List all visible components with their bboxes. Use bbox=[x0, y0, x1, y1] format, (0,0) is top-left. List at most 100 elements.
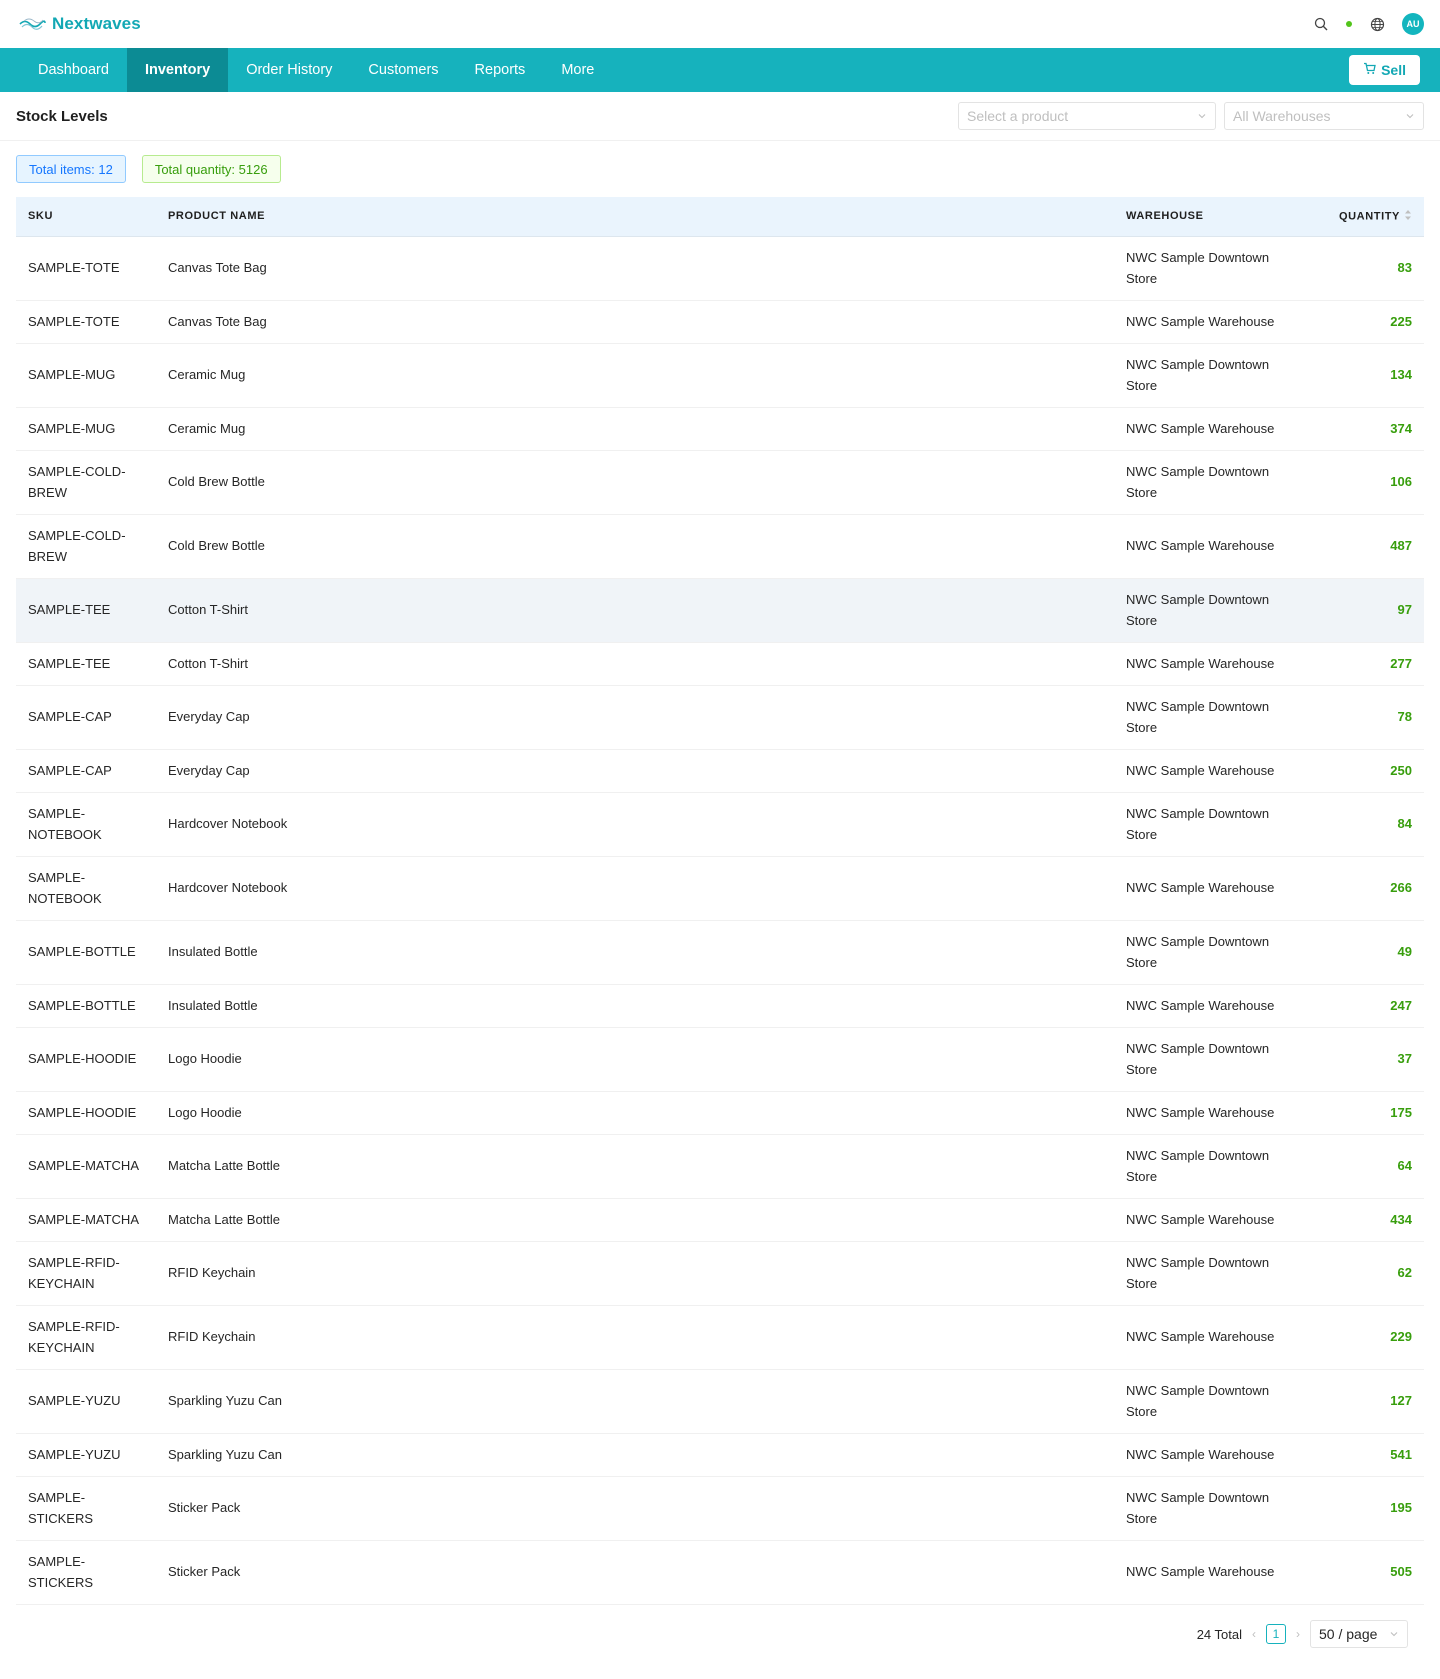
table-row[interactable]: SAMPLE-YUZU Sparkling Yuzu Can NWC Sample … bbox=[16, 1433, 1424, 1477]
column-header-product-name: PRODUCT NAME bbox=[156, 197, 1114, 237]
cell-warehouse: NWC Sample Downtown Store bbox=[1114, 1134, 1311, 1199]
search-icon[interactable] bbox=[1310, 13, 1332, 35]
cell-product-name: Cotton T-Shirt bbox=[156, 642, 1114, 686]
cell-warehouse: NWC Sample Downtown Store bbox=[1114, 236, 1311, 301]
main-nav: Dashboard Inventory Order History Custom… bbox=[0, 48, 1440, 92]
product-select-placeholder: Select a product bbox=[967, 108, 1069, 124]
cell-quantity: 134 bbox=[1311, 343, 1424, 408]
cell-sku: SAMPLE-STICKERS bbox=[16, 1540, 156, 1605]
pagination-total: 24 Total bbox=[1196, 1626, 1242, 1642]
globe-icon[interactable] bbox=[1366, 13, 1388, 35]
cell-warehouse: NWC Sample Downtown Store bbox=[1114, 450, 1311, 515]
sell-button[interactable]: Sell bbox=[1349, 55, 1420, 85]
cell-product-name: Cold Brew Bottle bbox=[156, 450, 1114, 515]
stock-table-wrapper: SKU PRODUCT NAME WAREHOUSE QUANTITY SAMP… bbox=[16, 197, 1424, 1605]
cell-product-name: RFID Keychain bbox=[156, 1241, 1114, 1306]
cell-sku: SAMPLE-COLD-BREW bbox=[16, 450, 156, 515]
table-row[interactable]: SAMPLE-HOODIE Logo Hoodie NWC Sample Downt… bbox=[16, 1027, 1424, 1092]
nav-more[interactable]: More bbox=[543, 48, 612, 92]
cell-product-name: Sticker Pack bbox=[156, 1540, 1114, 1605]
cell-quantity: 250 bbox=[1311, 749, 1424, 793]
cell-warehouse: NWC Sample Warehouse bbox=[1114, 300, 1311, 344]
product-select[interactable]: Select a product bbox=[958, 102, 1216, 130]
cell-warehouse: NWC Sample Downtown Store bbox=[1114, 792, 1311, 857]
table-row[interactable]: SAMPLE-RFID-KEYCHAIN RFID Keychain NWC Sam… bbox=[16, 1241, 1424, 1306]
cell-sku: SAMPLE-CAP bbox=[16, 749, 156, 793]
cell-product-name: Everyday Cap bbox=[156, 685, 1114, 750]
cart-icon bbox=[1363, 62, 1376, 78]
cell-sku: SAMPLE-NOTEBOOK bbox=[16, 856, 156, 921]
table-row[interactable]: SAMPLE-TOTE Canvas Tote Bag NWC Sample Dow… bbox=[16, 236, 1424, 301]
chevron-down-icon bbox=[1389, 1626, 1399, 1642]
table-row[interactable]: SAMPLE-NOTEBOOK Hardcover Notebook NWC Sam… bbox=[16, 792, 1424, 857]
table-row[interactable]: SAMPLE-MUG Ceramic Mug NWC Sample Downtown… bbox=[16, 343, 1424, 408]
column-header-quantity[interactable]: QUANTITY bbox=[1311, 197, 1424, 237]
cell-product-name: Insulated Bottle bbox=[156, 984, 1114, 1028]
cell-quantity: 83 bbox=[1311, 236, 1424, 301]
cell-product-name: Cotton T-Shirt bbox=[156, 578, 1114, 643]
table-row[interactable]: SAMPLE-COLD-BREW Cold Brew Bottle NWC Samp… bbox=[16, 514, 1424, 579]
column-header-warehouse: WAREHOUSE bbox=[1114, 197, 1311, 237]
table-row[interactable]: SAMPLE-STICKERS Sticker Pack NWC Sample Do… bbox=[16, 1476, 1424, 1541]
brand[interactable]: Nextwaves bbox=[18, 14, 141, 34]
table-row[interactable]: SAMPLE-HOODIE Logo Hoodie NWC Sample Wareh… bbox=[16, 1091, 1424, 1135]
cell-sku: SAMPLE-MATCHA bbox=[16, 1198, 156, 1242]
cell-warehouse: NWC Sample Warehouse bbox=[1114, 1091, 1311, 1135]
cell-quantity: 78 bbox=[1311, 685, 1424, 750]
cell-product-name: Logo Hoodie bbox=[156, 1091, 1114, 1135]
cell-quantity: 64 bbox=[1311, 1134, 1424, 1199]
table-row[interactable]: SAMPLE-NOTEBOOK Hardcover Notebook NWC Sam… bbox=[16, 856, 1424, 921]
cell-warehouse: NWC Sample Downtown Store bbox=[1114, 920, 1311, 985]
nav-customers[interactable]: Customers bbox=[350, 48, 456, 92]
cell-sku: SAMPLE-TEE bbox=[16, 642, 156, 686]
table-row[interactable]: SAMPLE-STICKERS Sticker Pack NWC Sample Wa… bbox=[16, 1540, 1424, 1605]
table-row[interactable]: SAMPLE-TEE Cotton T-Shirt NWC Sample Downt… bbox=[16, 578, 1424, 643]
sort-icon[interactable] bbox=[1404, 209, 1412, 224]
cell-quantity: 487 bbox=[1311, 514, 1424, 579]
cell-quantity: 97 bbox=[1311, 578, 1424, 643]
nav-order-history[interactable]: Order History bbox=[228, 48, 350, 92]
cell-sku: SAMPLE-COLD-BREW bbox=[16, 514, 156, 579]
table-row[interactable]: SAMPLE-COLD-BREW Cold Brew Bottle NWC Samp… bbox=[16, 450, 1424, 515]
table-row[interactable]: SAMPLE-TEE Cotton T-Shirt NWC Sample Wareh… bbox=[16, 642, 1424, 686]
nav-inventory[interactable]: Inventory bbox=[126, 48, 229, 92]
cell-sku: SAMPLE-HOODIE bbox=[16, 1027, 156, 1092]
table-body: SAMPLE-TOTE Canvas Tote Bag NWC Sample Dow… bbox=[16, 236, 1424, 1605]
table-row[interactable]: SAMPLE-CAP Everyday Cap NWC Sample Warehou… bbox=[16, 749, 1424, 793]
cell-warehouse: NWC Sample Downtown Store bbox=[1114, 1369, 1311, 1434]
cell-quantity: 541 bbox=[1311, 1433, 1424, 1477]
cell-quantity: 266 bbox=[1311, 856, 1424, 921]
nav-dashboard[interactable]: Dashboard bbox=[20, 48, 127, 92]
table-row[interactable]: SAMPLE-MUG Ceramic Mug NWC Sample Warehous… bbox=[16, 407, 1424, 451]
cell-product-name: Sparkling Yuzu Can bbox=[156, 1369, 1114, 1434]
cell-product-name: Sparkling Yuzu Can bbox=[156, 1433, 1114, 1477]
table-row[interactable]: SAMPLE-RFID-KEYCHAIN RFID Keychain NWC Sam… bbox=[16, 1305, 1424, 1370]
page-size-select[interactable]: 50 / page bbox=[1310, 1620, 1408, 1648]
table-row[interactable]: SAMPLE-CAP Everyday Cap NWC Sample Downtow… bbox=[16, 685, 1424, 750]
cell-warehouse: NWC Sample Warehouse bbox=[1114, 407, 1311, 451]
cell-warehouse: NWC Sample Warehouse bbox=[1114, 1198, 1311, 1242]
top-actions: AU bbox=[1310, 13, 1424, 35]
table-row[interactable]: SAMPLE-MATCHA Matcha Latte Bottle NWC Samp… bbox=[16, 1134, 1424, 1199]
chevron-left-icon[interactable]: ‹ bbox=[1252, 1627, 1256, 1641]
table-row[interactable]: SAMPLE-BOTTLE Insulated Bottle NWC Sample … bbox=[16, 984, 1424, 1028]
table-row[interactable]: SAMPLE-YUZU Sparkling Yuzu Can NWC Sample … bbox=[16, 1369, 1424, 1434]
cell-sku: SAMPLE-RFID-KEYCHAIN bbox=[16, 1241, 156, 1306]
page-number-button[interactable]: 1 bbox=[1266, 1624, 1286, 1644]
cell-quantity: 247 bbox=[1311, 984, 1424, 1028]
cell-quantity: 49 bbox=[1311, 920, 1424, 985]
cell-warehouse: NWC Sample Downtown Store bbox=[1114, 343, 1311, 408]
warehouse-select[interactable]: All Warehouses bbox=[1224, 102, 1424, 130]
cell-warehouse: NWC Sample Warehouse bbox=[1114, 642, 1311, 686]
chevron-right-icon[interactable]: › bbox=[1296, 1627, 1300, 1641]
table-row[interactable]: SAMPLE-MATCHA Matcha Latte Bottle NWC Samp… bbox=[16, 1198, 1424, 1242]
table-row[interactable]: SAMPLE-TOTE Canvas Tote Bag NWC Sample War… bbox=[16, 300, 1424, 344]
avatar[interactable]: AU bbox=[1402, 13, 1424, 35]
nav-reports[interactable]: Reports bbox=[457, 48, 544, 92]
cell-product-name: Ceramic Mug bbox=[156, 343, 1114, 408]
cell-quantity: 195 bbox=[1311, 1476, 1424, 1541]
table-header-row: SKU PRODUCT NAME WAREHOUSE QUANTITY bbox=[16, 197, 1424, 237]
table-row[interactable]: SAMPLE-BOTTLE Insulated Bottle NWC Sample … bbox=[16, 920, 1424, 985]
waves-logo-icon bbox=[18, 14, 46, 34]
